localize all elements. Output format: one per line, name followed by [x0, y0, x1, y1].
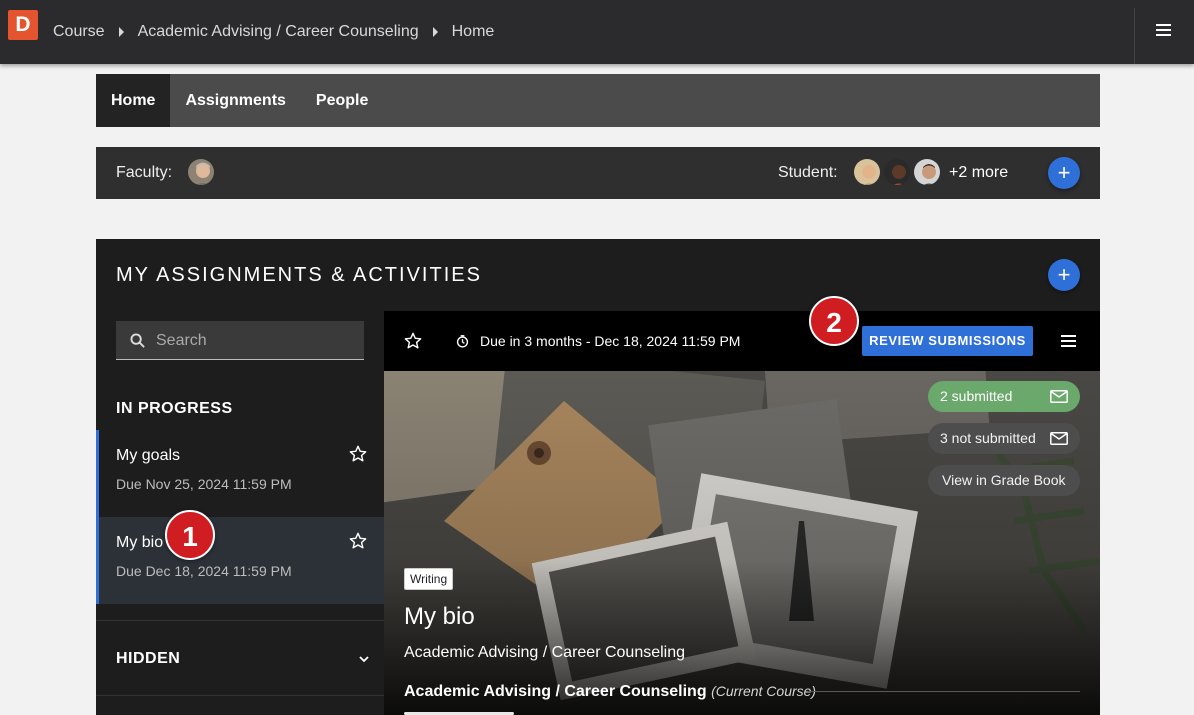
search-input[interactable]: [156, 321, 356, 360]
breadcrumb-course[interactable]: Course: [53, 23, 105, 41]
student-avatar[interactable]: [912, 157, 942, 187]
divider: [1134, 8, 1135, 64]
add-person-button[interactable]: +: [1048, 157, 1080, 189]
chevron-right-icon: [118, 27, 124, 37]
course-name: Academic Advising / Career Counseling: [404, 683, 707, 700]
assignment-title: My bio: [116, 534, 164, 551]
view-gradebook-button[interactable]: View in Grade Book: [928, 465, 1080, 496]
search-icon: [130, 333, 145, 348]
star-icon[interactable]: [403, 331, 423, 351]
more-students-link[interactable]: +2 more: [949, 147, 1008, 199]
clock-icon: [456, 335, 469, 348]
student-avatar[interactable]: [882, 157, 912, 187]
assignment-course-subtitle: Academic Advising / Career Counseling: [404, 644, 686, 661]
panel-title: MY ASSIGNMENTS & ACTIVITIES: [116, 264, 482, 286]
assignment-title-heading: My bio: [404, 603, 475, 630]
people-bar: Faculty: Student: +2 more +: [96, 147, 1100, 199]
course-tabs: Home Assignments People: [96, 74, 1100, 127]
due-date-text: Due in 3 months - Dec 18, 2024 11:59 PM: [480, 333, 741, 349]
assignment-due: Due Dec 18, 2024 11:59 PM: [116, 563, 292, 579]
hidden-header: HIDDEN: [116, 650, 181, 667]
assignments-sidebar: IN PROGRESS My goals Due Nov 25, 2024 11…: [96, 311, 384, 715]
top-bar: D Course Academic Advising / Career Coun…: [0, 0, 1194, 64]
hamburger-menu-icon[interactable]: [1156, 22, 1176, 42]
search-box[interactable]: [116, 321, 364, 360]
review-submissions-button[interactable]: REVIEW SUBMISSIONS: [862, 326, 1033, 356]
student-avatar[interactable]: [852, 157, 882, 187]
more-options-menu-icon[interactable]: [1061, 333, 1081, 353]
faculty-avatar[interactable]: [186, 157, 216, 187]
assignments-panel: MY ASSIGNMENTS & ACTIVITIES + IN PROGRES…: [96, 239, 1100, 715]
submitted-pill[interactable]: 2 submitted: [928, 381, 1080, 412]
breadcrumb-home: Home: [451, 23, 495, 40]
breadcrumb: Course Academic Advising / Career Counse…: [53, 0, 494, 64]
course-line: Academic Advising / Career Counseling (C…: [404, 683, 816, 701]
assignment-detail: Due in 3 months - Dec 18, 2024 11:59 PM …: [384, 311, 1100, 715]
chevron-down-icon: [359, 656, 369, 663]
callout-badge-1: 1: [165, 510, 215, 560]
assignment-type-tag: Writing: [404, 568, 454, 590]
envelope-icon[interactable]: [1050, 432, 1068, 445]
submitted-count: 2 submitted: [940, 388, 1013, 404]
assignment-hero: 2 submitted 3 not submitted View in Grad…: [384, 371, 1100, 715]
app-logo[interactable]: D: [8, 10, 38, 40]
star-icon[interactable]: [348, 444, 368, 464]
tab-home[interactable]: Home: [96, 74, 171, 127]
student-label: Student:: [778, 164, 838, 181]
assignment-title: My goals: [116, 447, 181, 464]
list-item[interactable]: My goals Due Nov 25, 2024 11:59 PM: [96, 430, 384, 517]
chevron-right-icon: [432, 27, 438, 37]
not-submitted-pill[interactable]: 3 not submitted: [928, 423, 1080, 454]
assignment-due: Due Nov 25, 2024 11:59 PM: [116, 476, 292, 492]
tab-assignments[interactable]: Assignments: [170, 74, 300, 127]
detail-toolbar: Due in 3 months - Dec 18, 2024 11:59 PM …: [384, 311, 1100, 371]
divider: [808, 691, 1080, 692]
not-submitted-count: 3 not submitted: [940, 430, 1036, 446]
envelope-icon[interactable]: [1050, 390, 1068, 403]
current-course-note: (Current Course): [711, 683, 817, 699]
in-progress-header: IN PROGRESS: [116, 400, 233, 417]
hidden-section-toggle[interactable]: HIDDEN: [96, 620, 384, 696]
tab-people[interactable]: People: [301, 74, 383, 127]
add-assignment-button[interactable]: +: [1048, 259, 1080, 291]
list-item[interactable]: My bio Due Dec 18, 2024 11:59 PM: [96, 517, 384, 604]
star-icon[interactable]: [348, 531, 368, 551]
callout-badge-2: 2: [809, 296, 859, 346]
faculty-label: Faculty:: [116, 164, 173, 181]
breadcrumb-course-name[interactable]: Academic Advising / Career Counseling: [138, 23, 419, 41]
